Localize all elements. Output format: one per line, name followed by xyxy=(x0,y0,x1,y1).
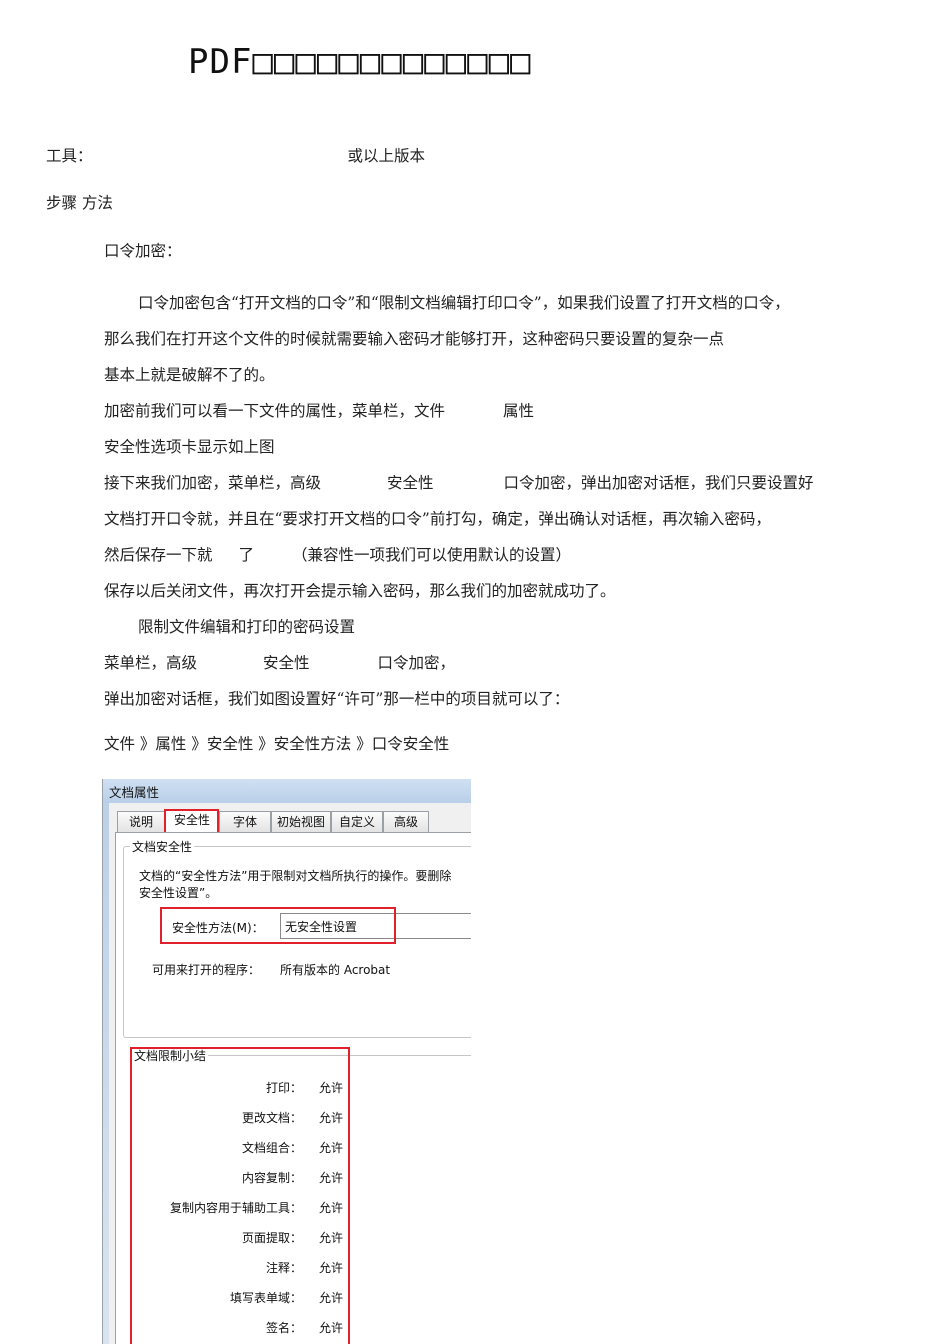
steps-heading: 步骤 方法 xyxy=(46,194,113,212)
paragraph-line: 菜单栏，高级 安全性 口令加密， xyxy=(104,653,455,673)
text-segment: 口令加密，弹出加密对话框，我们只要设置好 xyxy=(503,474,814,492)
paragraph-line: 弹出加密对话框，我们如图设置好“许可”那一栏中的项目就可以了： xyxy=(104,690,570,708)
paragraph-line: 文档打开口令就，并且在“要求打开文档的口令”前打勾，确定，弹出确认对话框，再次输… xyxy=(104,510,771,528)
text-segment: 然后保存一下就 xyxy=(104,546,213,564)
compatible-programs-value: 所有版本的 Acrobat xyxy=(280,963,391,977)
text-segment: 加密前我们可以看一下文件的属性，菜单栏，文件 xyxy=(104,402,446,420)
paragraph-line: 口令加密包含“打开文档的口令”和“限制文档编辑打印口令”，如果我们设置了打开文档… xyxy=(138,294,790,312)
text-segment: 安全性 xyxy=(263,654,310,672)
tools-label: 工具： xyxy=(46,147,93,165)
text-segment: 属性 xyxy=(503,402,535,420)
text-segment: 口令加密， xyxy=(377,654,456,672)
tools-version: 或以上版本 xyxy=(347,147,426,165)
tools-line: 工具： 或以上版本 xyxy=(46,146,425,166)
paragraph-line: 接下来我们加密，菜单栏，高级 安全性 口令加密，弹出加密对话框，我们只要设置好 xyxy=(104,473,814,493)
text-segment: 接下来我们加密，菜单栏，高级 xyxy=(104,474,322,492)
dialog-title: 文档属性 xyxy=(109,785,160,800)
security-group-label: 文档安全性 xyxy=(130,838,195,855)
tab-fonts[interactable]: 字体 xyxy=(219,811,271,832)
paragraph-line: 那么我们在打开这个文件的时候就需要输入密码才能够打开，这种密码只要设置的复杂一点 xyxy=(104,330,725,348)
document-title: PDF□□□□□□□□□□□□□ xyxy=(188,42,532,82)
text-segment: 菜单栏，高级 xyxy=(104,654,198,672)
text-segment: （兼容性一项我们可以使用默认的设置） xyxy=(292,546,572,564)
highlight-security-method xyxy=(160,907,396,944)
tab-initial-view[interactable]: 初始视图 xyxy=(271,811,331,832)
text-segment: 了 xyxy=(238,546,255,564)
subheading-edit-print: 限制文件编辑和打印的密码设置 xyxy=(138,618,356,636)
security-description: 安全性设置”。 xyxy=(139,886,218,900)
paragraph-line: 然后保存一下就 了 （兼容性一项我们可以使用默认的设置） xyxy=(104,545,571,565)
paragraph-line: 基本上就是破解不了的。 xyxy=(104,366,275,384)
paragraph-line: 安全性选项卡显示如上图 xyxy=(104,438,275,456)
text-segment: 安全性 xyxy=(387,474,434,492)
dialog-border xyxy=(103,803,109,1344)
tab-description[interactable]: 说明 xyxy=(117,811,165,832)
dialog-titlebar: 文档属性 xyxy=(103,779,471,803)
tab-advanced[interactable]: 高级 xyxy=(383,811,429,832)
tab-custom[interactable]: 自定义 xyxy=(331,811,383,832)
section-heading-password: 口令加密： xyxy=(104,242,182,260)
menu-path: 文件 》属性 》安全性 》安全性方法 》口令安全性 xyxy=(104,735,450,753)
security-tab-panel: 文档安全性 文档的“安全性方法”用于限制对文档所执行的操作。要删除 安全性设置”… xyxy=(115,832,471,1344)
paragraph-line: 加密前我们可以看一下文件的属性，菜单栏，文件 属性 xyxy=(104,401,534,421)
security-description: 文档的“安全性方法”用于限制对文档所执行的操作。要删除 xyxy=(139,869,452,883)
compatible-programs-label: 可用来打开的程序： xyxy=(152,963,261,977)
highlight-restrictions xyxy=(130,1047,350,1344)
document-properties-screenshot: 文档属性 说明 安全性 字体 初始视图 自定义 高级 文档安全性 文档的“安全性… xyxy=(102,779,471,1344)
paragraph-line: 保存以后关闭文件，再次打开会提示输入密码，那么我们的加密就成功了。 xyxy=(104,582,616,600)
